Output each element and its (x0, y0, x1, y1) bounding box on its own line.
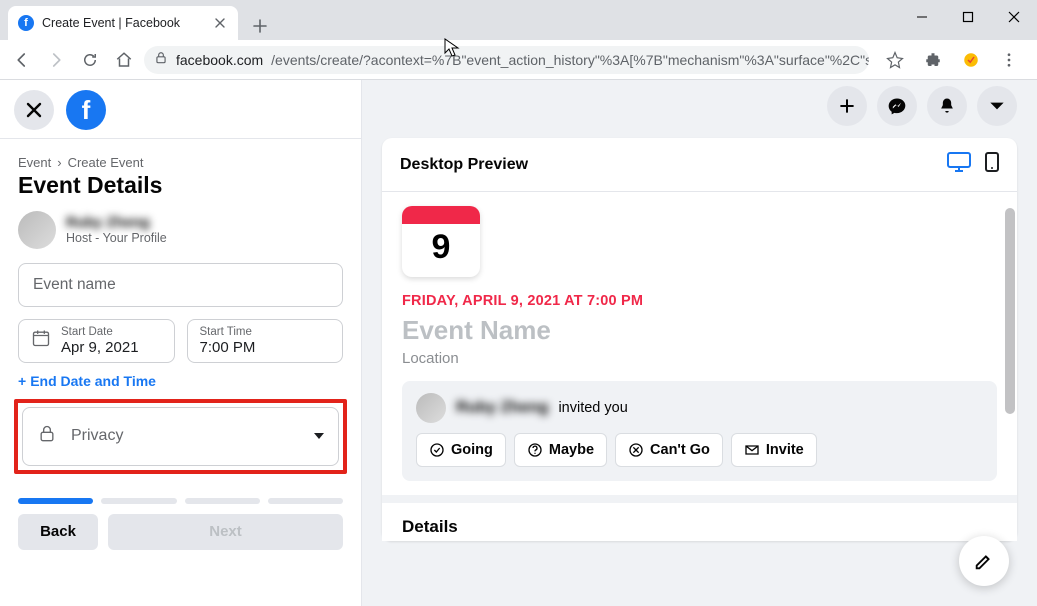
details-heading: Details (402, 517, 997, 537)
nav-back-button[interactable] (8, 46, 36, 74)
host-avatar[interactable] (18, 211, 56, 249)
tab-title: Create Event | Facebook (42, 16, 180, 30)
preview-heading: Desktop Preview (400, 156, 528, 174)
chevron-right-icon: › (57, 155, 61, 170)
event-preview-location: Location (402, 350, 997, 367)
progress-step-3 (185, 498, 260, 504)
nav-home-button[interactable] (110, 46, 138, 74)
start-time-label: Start Time (200, 326, 256, 339)
start-time-field[interactable]: Start Time 7:00 PM (187, 319, 344, 363)
lock-icon (154, 51, 168, 68)
inviter-avatar (416, 393, 446, 423)
start-time-value: 7:00 PM (200, 339, 256, 356)
nav-reload-button[interactable] (76, 46, 104, 74)
preview-scrollbar[interactable] (1005, 208, 1015, 414)
create-button[interactable] (827, 86, 867, 126)
desktop-preview-icon[interactable] (947, 152, 971, 177)
nav-forward-button[interactable] (42, 46, 70, 74)
privacy-highlight: Privacy (14, 399, 347, 474)
start-date-field[interactable]: Start Date Apr 9, 2021 (18, 319, 175, 363)
browser-menu-icon[interactable] (995, 46, 1023, 74)
compose-fab-button[interactable] (959, 536, 1009, 586)
rsvp-invite-button[interactable]: Invite (731, 433, 817, 467)
extension-badge-icon[interactable] (957, 46, 985, 74)
url-path: /events/create/?acontext=%7B"event_actio… (271, 52, 869, 68)
inviter-name: Ruby Zheng (456, 399, 548, 417)
window-close-button[interactable] (991, 0, 1037, 34)
notifications-button[interactable] (927, 86, 967, 126)
rsvp-cant-go-button[interactable]: Can't Go (615, 433, 723, 467)
close-tab-icon[interactable] (212, 15, 228, 31)
event-name-input[interactable] (33, 276, 328, 294)
facebook-favicon: f (18, 15, 34, 31)
window-minimize-button[interactable] (899, 0, 945, 34)
progress-step-1 (18, 498, 93, 504)
mobile-preview-icon[interactable] (985, 152, 999, 177)
calendar-day: 9 (402, 224, 480, 277)
back-button[interactable]: Back (18, 514, 98, 550)
account-menu-button[interactable] (977, 86, 1017, 126)
progress-steps (18, 498, 343, 504)
host-subtitle: Host - Your Profile (66, 231, 167, 245)
calendar-badge: 9 (402, 206, 480, 277)
lock-icon (37, 424, 57, 449)
next-button[interactable]: Next (108, 514, 343, 550)
privacy-dropdown[interactable]: Privacy (22, 407, 339, 466)
plus-icon: + (18, 373, 26, 389)
page-title: Event Details (18, 172, 343, 199)
start-date-value: Apr 9, 2021 (61, 339, 139, 356)
host-name: Ruby Zheng (66, 215, 167, 231)
new-tab-button[interactable] (246, 12, 274, 40)
url-host: facebook.com (176, 52, 263, 68)
event-date-line: FRIDAY, APRIL 9, 2021 AT 7:00 PM (402, 293, 997, 309)
add-end-label: End Date and Time (30, 373, 156, 389)
browser-tab[interactable]: f Create Event | Facebook (8, 6, 238, 40)
event-preview-title: Event Name (402, 315, 997, 346)
progress-step-4 (268, 498, 343, 504)
event-name-field[interactable] (18, 263, 343, 307)
bookmark-star-icon[interactable] (881, 46, 909, 74)
add-end-date-button[interactable]: + End Date and Time (18, 373, 343, 389)
privacy-label: Privacy (71, 427, 300, 445)
progress-step-2 (101, 498, 176, 504)
window-maximize-button[interactable] (945, 0, 991, 34)
calendar-icon (31, 328, 51, 353)
facebook-logo[interactable]: f (66, 90, 106, 130)
messenger-button[interactable] (877, 86, 917, 126)
breadcrumb-current[interactable]: Create Event (68, 155, 144, 170)
breadcrumb: Event › Create Event (18, 155, 343, 170)
chevron-down-icon (314, 433, 324, 439)
start-date-label: Start Date (61, 326, 139, 339)
invited-text: invited you (558, 400, 627, 416)
address-bar[interactable]: facebook.com/events/create/?acontext=%7B… (144, 46, 869, 74)
close-panel-button[interactable] (14, 90, 54, 130)
breadcrumb-root[interactable]: Event (18, 155, 51, 170)
rsvp-going-button[interactable]: Going (416, 433, 506, 467)
rsvp-maybe-button[interactable]: Maybe (514, 433, 607, 467)
extensions-icon[interactable] (919, 46, 947, 74)
